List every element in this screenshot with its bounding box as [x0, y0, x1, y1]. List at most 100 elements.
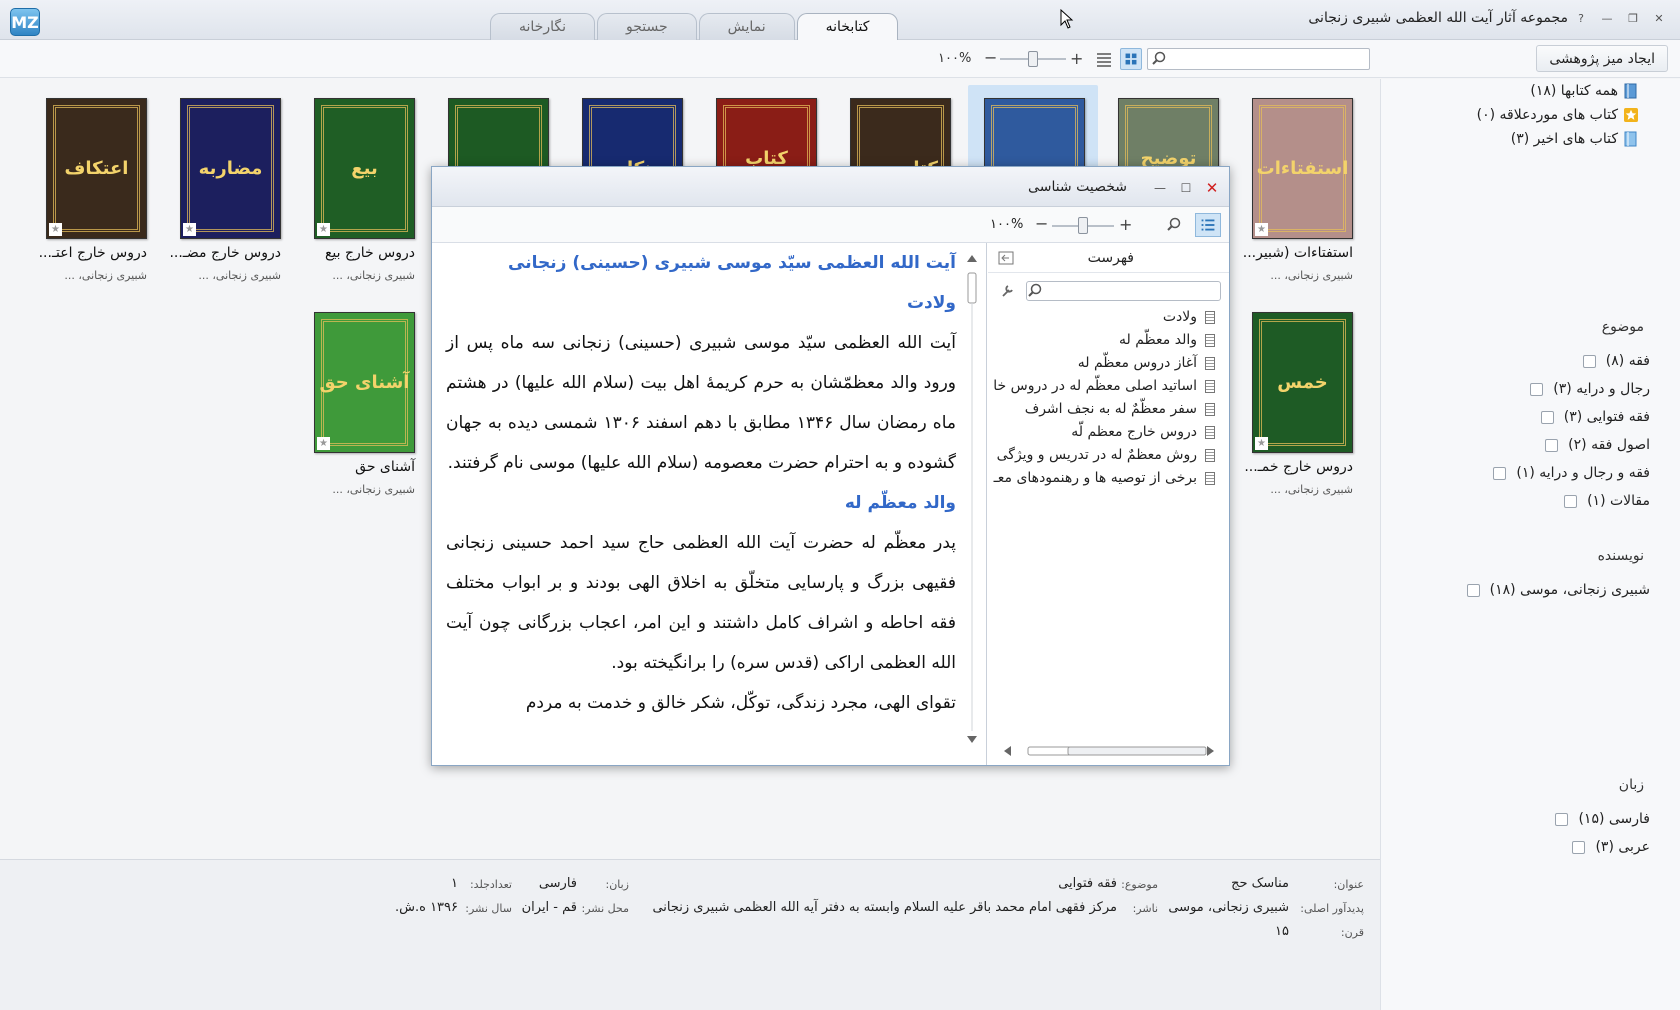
subject-checkbox[interactable] — [1493, 466, 1507, 480]
toc-tool-icon[interactable] — [1000, 283, 1016, 299]
book-author: شبیری زنجانی، ... — [1270, 483, 1353, 496]
section-heading-father: والد معظّم له — [844, 493, 956, 513]
book-title[interactable]: دروس خارج بیع — [325, 245, 415, 261]
reader-minimize-button[interactable]: — — [1151, 179, 1169, 197]
favorite-star-icon[interactable]: ★ — [49, 223, 62, 236]
reader-close-button[interactable]: ✕ — [1203, 179, 1221, 197]
author-filter-item[interactable]: شبیری زنجانی، موسی (۱۸) — [1466, 582, 1650, 598]
toc-search-input[interactable] — [1026, 281, 1221, 301]
all-books-item[interactable]: همه کتابها (۱۸) — [1530, 83, 1638, 99]
book-cover[interactable]: مضاربه ★ — [180, 98, 281, 239]
book-title[interactable]: دروس خارج اعتـ... — [39, 245, 147, 261]
toc-item[interactable]: والد معظّم له — [1119, 332, 1215, 348]
tab-library[interactable]: کتابخانه — [796, 13, 899, 40]
toc-search-icon[interactable] — [1026, 282, 1044, 300]
reader-zoom-thumb[interactable] — [1078, 217, 1088, 234]
subject-filter-item[interactable]: اصول فقه (۲) — [1545, 437, 1650, 453]
detail-subject-value: فقه فتوایی — [1058, 876, 1117, 891]
zoom-slider-thumb[interactable] — [1028, 51, 1038, 67]
reader-title-bar[interactable]: شخصیت شناسی ✕ ☐ — — [432, 167, 1229, 207]
toc-item[interactable]: آغاز دروس معظّم له — [1078, 355, 1215, 371]
language-filter-item[interactable]: فارسی (۱۵) — [1555, 811, 1650, 827]
book-author: شبیری زنجانی، ... — [64, 269, 147, 282]
book-cover[interactable]: اعتکاف ★ — [46, 98, 147, 239]
toc-collapse-icon[interactable] — [998, 251, 1014, 265]
language-checkbox[interactable] — [1555, 812, 1569, 826]
subject-checkbox[interactable] — [1582, 354, 1596, 368]
favorite-star-icon[interactable]: ★ — [317, 437, 330, 450]
subject-filter-item[interactable]: فقه و رجال و درایه (۱) — [1493, 465, 1650, 481]
subject-checkbox[interactable] — [1540, 410, 1554, 424]
section-heading-birth: ولادت — [906, 293, 956, 313]
document-icon — [1205, 471, 1215, 485]
book-title[interactable]: دروس خارج خمـ... — [1244, 459, 1353, 475]
toc-item[interactable]: ولادت — [1163, 309, 1215, 325]
subject-filter-item[interactable]: فقه فتوایی (۳) — [1540, 409, 1650, 425]
toc-horizontal-scrollbar[interactable] — [1002, 745, 1216, 757]
toc-item-label: روش معظمٌ له در تدریس و ویژگی — [996, 447, 1197, 463]
recent-books-item[interactable]: کتاب های اخیر (۳) — [1511, 131, 1638, 147]
subject-checkbox[interactable] — [1530, 382, 1544, 396]
reader-search-icon[interactable] — [1165, 216, 1183, 234]
toc-item[interactable]: دروس خارج معظم لّه — [1071, 424, 1215, 440]
toc-item[interactable]: برخی از توصیه ها و رهنمودهای معـ — [994, 470, 1215, 486]
author-checkbox[interactable] — [1466, 583, 1480, 597]
detail-publisher-key: ناشر: — [1132, 902, 1158, 915]
favorite-star-icon[interactable]: ★ — [317, 223, 330, 236]
subject-checkbox[interactable] — [1564, 494, 1578, 508]
cover-title: بیع — [351, 158, 378, 179]
reader-zoom-out-button[interactable]: − — [1035, 214, 1048, 233]
help-button[interactable]: ? — [1572, 10, 1590, 28]
maximize-button[interactable]: ❐ — [1624, 10, 1642, 28]
language-checkbox[interactable] — [1572, 840, 1586, 854]
detail-language-key: زبان: — [605, 878, 629, 891]
zoom-in-button[interactable]: + — [1070, 49, 1083, 68]
minimize-button[interactable]: — — [1598, 10, 1616, 28]
subject-filter-item[interactable]: رجال و درایه (۳) — [1530, 381, 1650, 397]
tab-display[interactable]: نمایش — [698, 13, 795, 40]
book-title[interactable]: دروس خارج مضـ... — [169, 245, 281, 261]
grid-view-icon[interactable] — [1120, 48, 1142, 70]
book-title[interactable]: آشنای حق — [355, 459, 415, 475]
reader-vertical-scrollbar[interactable] — [966, 251, 978, 747]
subject-filter-label: فقه فتوایی (۳) — [1563, 409, 1650, 425]
zoom-out-button[interactable]: − — [984, 48, 997, 67]
tab-search[interactable]: جستجو — [596, 13, 697, 40]
star-icon — [1624, 108, 1638, 122]
favorite-star-icon[interactable]: ★ — [1255, 437, 1268, 450]
book-title[interactable]: استفتاءات (شبیر... — [1243, 245, 1353, 261]
reader-maximize-button[interactable]: ☐ — [1177, 179, 1195, 197]
favorite-books-item[interactable]: کتاب های موردعلاقه (۰) — [1477, 107, 1638, 123]
cover-title: استفتاءات — [1256, 158, 1349, 179]
tab-gallery[interactable]: نگارخانه — [490, 13, 595, 40]
document-icon — [1205, 425, 1215, 439]
window-title: مجموعه آثار آیت الله العظمی شبیری زنجانی — [1308, 10, 1568, 26]
main-tabs: کتابخانه نمایش جستجو نگارخانه — [490, 13, 899, 40]
book-cover[interactable]: آشنای حق ★ — [314, 312, 415, 453]
subject-filter-label: اصول فقه (۲) — [1568, 437, 1650, 453]
close-button[interactable]: ✕ — [1650, 10, 1668, 28]
create-research-desk-button[interactable]: ایجاد میز پژوهشی — [1536, 45, 1668, 72]
toc-item[interactable]: اساتید اصلی معظّم له در دروس خا — [993, 378, 1215, 394]
detail-creator-key: پدیدآور اصلی: — [1300, 902, 1364, 915]
language-filter-label: عربی (۳) — [1595, 839, 1650, 855]
favorite-star-icon[interactable]: ★ — [1255, 223, 1268, 236]
document-icon — [1205, 333, 1215, 347]
book-cover[interactable]: بیع ★ — [314, 98, 415, 239]
reader-zoom-in-button[interactable]: + — [1119, 215, 1132, 234]
toc-item[interactable]: روش معظمٌ له در تدریس و ویژگی — [997, 447, 1215, 463]
book-cover[interactable]: استفتاءات ★ — [1252, 98, 1353, 239]
subject-filter-item[interactable]: مقالات (۱) — [1564, 493, 1650, 509]
book-author: شبیری زنجانی، ... — [332, 269, 415, 282]
subject-checkbox[interactable] — [1545, 438, 1559, 452]
library-search-input[interactable] — [1147, 48, 1370, 70]
book-cover[interactable]: خمس ★ — [1252, 312, 1353, 453]
document-icon — [1205, 310, 1215, 324]
subject-filter-item[interactable]: فقه (۸) — [1582, 353, 1650, 369]
toc-item[interactable]: سفر معظّمٌ له به نجف اشرف — [1025, 401, 1215, 417]
toc-list-icon[interactable] — [1195, 213, 1221, 237]
search-icon[interactable] — [1150, 50, 1168, 68]
list-view-icon[interactable] — [1093, 48, 1115, 70]
language-filter-item[interactable]: عربی (۳) — [1572, 839, 1650, 855]
favorite-star-icon[interactable]: ★ — [183, 223, 196, 236]
